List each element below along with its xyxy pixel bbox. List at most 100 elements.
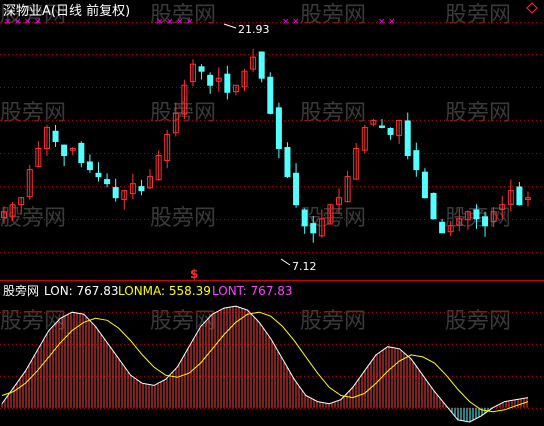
candle: [189, 59, 196, 87]
candle: [353, 143, 360, 180]
candle: [35, 141, 42, 168]
watermark-text: 股旁网: [445, 309, 511, 334]
watermark-text: 股旁网: [300, 3, 366, 28]
candle: [275, 102, 282, 159]
candle-body: [413, 150, 420, 171]
candle: [430, 192, 437, 220]
candle-body: [138, 186, 145, 192]
candle: [293, 163, 300, 208]
watermark-text: 股旁网: [150, 101, 216, 126]
candle-body: [224, 73, 231, 93]
candle: [250, 48, 257, 73]
candle: [421, 168, 428, 199]
candle-body: [482, 216, 489, 227]
chart-svg: 股旁网 股旁网 股旁网 股旁网股旁网 股旁网 股旁网 股旁网股旁网 股旁网 股旁网股旁网 股旁网股…: [0, 2, 544, 423]
marker-x: ×: [378, 17, 386, 27]
candle: [267, 72, 274, 115]
low-annotation-leader: [280, 258, 291, 266]
candle-body: [78, 142, 85, 164]
legend-lonma: LONMA: 558.39: [118, 284, 211, 298]
marker-x: ×: [292, 17, 300, 27]
marker-x: ×: [34, 17, 42, 27]
signal-marker: $: [190, 267, 198, 281]
candle: [284, 142, 291, 179]
candle: [525, 191, 531, 207]
candle: [69, 147, 76, 156]
candle-body: [421, 171, 428, 199]
candle: [370, 118, 377, 127]
watermark-text: 股旁网: [300, 101, 366, 126]
watermark-text: 股旁网: [0, 101, 66, 126]
chart-window: 股旁网 股旁网 股旁网 股旁网 股旁网 股旁网 股旁网 股旁网 股旁网 股旁网 股旁网 股旁网 股旁网股…: [0, 0, 544, 426]
marker-x: ×: [166, 17, 174, 27]
candle: [26, 164, 33, 200]
candle-body: [378, 125, 385, 128]
candle: [112, 178, 119, 202]
candle-body: [310, 223, 317, 234]
candle-body: [430, 192, 437, 220]
candle-body: [404, 120, 411, 157]
legend-lont: LONT: 767.83: [212, 284, 293, 298]
low-price-label: 7.12: [292, 260, 317, 273]
marker-x: ×: [156, 17, 164, 27]
candle: [78, 141, 85, 168]
candle-body: [207, 74, 214, 86]
high-price-label: 21.93: [238, 23, 270, 36]
candle-body: [301, 209, 308, 227]
marker-x: ×: [14, 17, 22, 27]
high-annotation-leader: [223, 23, 237, 29]
candle: [95, 162, 102, 182]
candle: [387, 127, 394, 140]
candle-body: [86, 161, 93, 171]
candle: [344, 171, 351, 203]
watermark-text: 股旁网: [445, 101, 511, 126]
candle-body: [95, 172, 102, 178]
candle-body: [516, 186, 523, 206]
main-chart-title: 深物业A(日线 前复权): [3, 3, 130, 19]
candle: [516, 182, 523, 206]
candle: [413, 142, 420, 177]
candle: [43, 124, 50, 157]
candle-body: [275, 107, 282, 149]
candle: [232, 84, 239, 96]
candle: [155, 150, 162, 181]
candle: [138, 179, 145, 196]
marker-x: ×: [186, 17, 194, 27]
marker-x: ×: [388, 17, 396, 27]
candle: [198, 64, 205, 80]
candle-body: [387, 128, 394, 135]
marker-x: ×: [282, 17, 290, 27]
candle-body: [473, 209, 480, 220]
candle: [258, 51, 265, 83]
candle-body: [258, 51, 265, 79]
watermark-text: 股旁网: [445, 3, 511, 28]
candle: [52, 124, 59, 147]
candle-body: [284, 147, 291, 178]
candle: [104, 173, 111, 188]
candle: [207, 72, 214, 94]
candle: [129, 173, 136, 199]
candle-body: [112, 187, 119, 199]
candle: [224, 65, 231, 100]
candle-body: [104, 179, 111, 185]
candle: [164, 129, 171, 169]
marker-x: ×: [4, 17, 12, 27]
candle: [86, 154, 93, 173]
candle-body: [293, 172, 300, 206]
watermark-text: 股旁网: [150, 206, 216, 231]
candle-body: [61, 144, 68, 157]
candle-body: [198, 66, 205, 72]
candle: [121, 189, 128, 210]
sub-panel-indicator-name: 股旁网: [3, 283, 39, 298]
marker-x: ×: [24, 17, 32, 27]
legend-lon: LON: 767.83: [44, 284, 119, 298]
candle-body: [439, 221, 446, 234]
candle: [361, 124, 368, 154]
diamond-icon[interactable]: [526, 2, 538, 14]
candle: [241, 68, 248, 92]
candle: [61, 144, 68, 167]
candle-body: [52, 130, 59, 142]
candle: [404, 112, 411, 160]
candle: [396, 119, 403, 144]
candle: [439, 218, 446, 234]
